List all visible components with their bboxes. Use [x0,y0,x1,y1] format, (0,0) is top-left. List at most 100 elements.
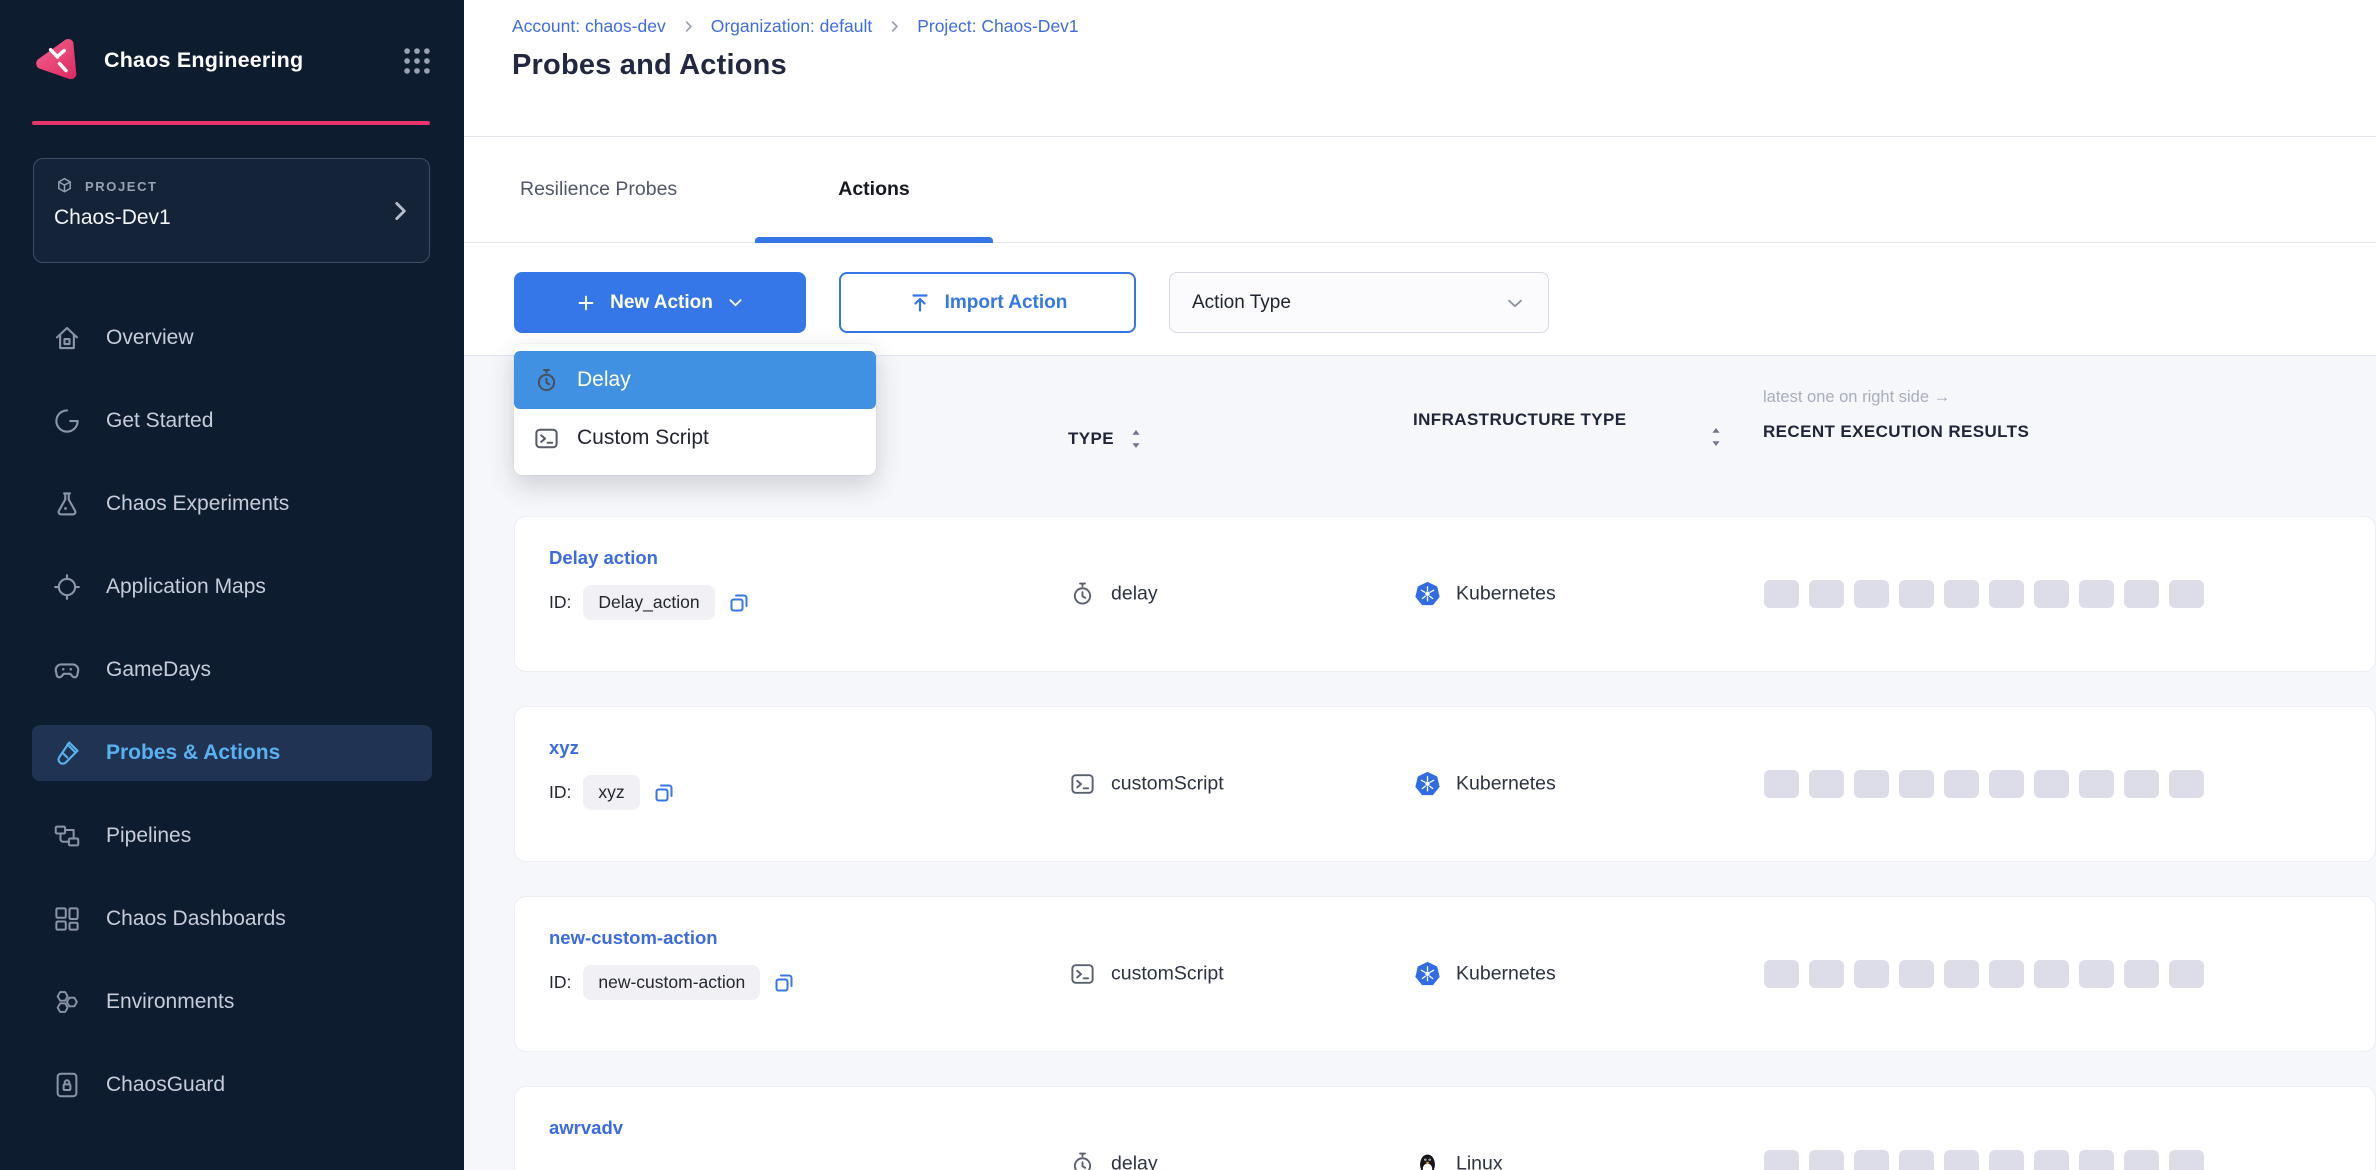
new-action-button[interactable]: New Action [514,272,806,333]
execution-result-placeholder [1764,580,1799,608]
action-name-link[interactable]: awrvadv [549,1117,623,1138]
action-name-cell: Delay action ID: Delay_action [549,547,751,620]
breadcrumb-project-link[interactable]: Project: Chaos-Dev1 [917,16,1078,37]
stopwatch-icon [1069,1151,1096,1170]
action-id-value: xyz [583,775,639,810]
page-title: Probes and Actions [512,49,2376,82]
sidebar-item-pipelines[interactable]: Pipelines [32,808,432,864]
terminal-icon [533,425,560,452]
execution-result-placeholder [1899,1150,1934,1170]
execution-result-placeholder [1989,960,2024,988]
copy-icon[interactable] [772,971,796,995]
action-name-link[interactable]: new-custom-action [549,927,718,948]
execution-result-placeholder [1764,960,1799,988]
action-id-value: new-custom-action [583,965,760,1000]
tab-actions[interactable]: Actions [755,137,993,242]
breadcrumb-separator-icon [887,19,902,34]
flask-icon [52,489,82,519]
copy-icon[interactable] [727,591,751,615]
kubernetes-icon [1414,961,1441,988]
chevron-down-icon [1504,292,1526,314]
action-name-link[interactable]: Delay action [549,547,658,568]
table-row: new-custom-action ID: new-custom-action [514,896,2376,1052]
copy-icon[interactable] [652,781,676,805]
sidebar-item-chaos-dashboards[interactable]: Chaos Dashboards [32,891,432,947]
crosshair-icon [52,572,82,602]
menu-item-delay[interactable]: Delay [514,351,876,409]
execution-result-placeholder [1809,580,1844,608]
sidebar-item-get-started[interactable]: Get Started [32,393,432,449]
action-name-cell: xyz ID: xyz [549,737,676,810]
sidebar-item-probes-and-actions[interactable]: Probes & Actions [32,725,432,781]
terminal-icon [1069,771,1096,798]
plus-icon [575,292,597,314]
execution-result-placeholder [2034,1150,2069,1170]
app: Chaos Engineering PROJECT Chaos-Dev1 [0,0,2376,1170]
sidebar-item-application-maps[interactable]: Application Maps [32,559,432,615]
terminal-icon [1069,961,1096,988]
test-tube-icon [52,738,82,768]
stopwatch-icon [1069,581,1096,608]
module-grid-icon[interactable] [400,44,434,78]
kubernetes-icon [1414,581,1441,608]
project-selector[interactable]: PROJECT Chaos-Dev1 [33,158,430,263]
cube-icon [54,176,75,197]
tab-resilience-probes[interactable]: Resilience Probes [520,137,677,242]
execution-result-placeholder [1854,960,1889,988]
execution-result-placeholder [2124,960,2159,988]
sidebar-menu: Overview Get Started Chaos Experiments [32,310,432,1113]
recent-execution-results [1764,960,2204,988]
execution-result-placeholder [2169,960,2204,988]
action-type-cell: delay [1069,1151,1158,1170]
execution-result-placeholder [1809,1150,1844,1170]
main-content: Account: chaos-dev Organization: default… [464,0,2376,1170]
execution-result-placeholder [1899,770,1934,798]
breadcrumb-organization-link[interactable]: Organization: default [711,16,873,37]
breadcrumb-account-link[interactable]: Account: chaos-dev [512,16,666,37]
sidebar-item-gamedays[interactable]: GameDays [32,642,432,698]
action-id-row: ID: new-custom-action [549,965,796,1000]
action-name-link[interactable]: xyz [549,737,579,758]
brand-row: Chaos Engineering [0,0,464,121]
action-type-select[interactable]: Action Type [1169,272,1549,333]
breadcrumb: Account: chaos-dev Organization: default… [512,16,2376,37]
chevron-right-icon [387,198,413,224]
execution-result-placeholder [1944,960,1979,988]
gamepad-icon [52,655,82,685]
action-id-row: ID: Delay_action [549,585,751,620]
stopwatch-icon [533,367,560,394]
sort-icon[interactable] [1128,428,1144,450]
results-note: latest one on right side → [1763,388,1950,407]
page-header: Account: chaos-dev Organization: default… [464,0,2376,137]
recent-execution-results [1764,1150,2204,1170]
project-label: PROJECT [85,179,158,194]
execution-result-placeholder [2079,1150,2114,1170]
project-label-row: PROJECT [54,176,409,197]
table-row: awrvadv delay [514,1086,2376,1170]
sidebar-item-chaosguard[interactable]: ChaosGuard [32,1057,432,1113]
execution-result-placeholder [1809,770,1844,798]
execution-result-placeholder [2169,1150,2204,1170]
sidebar-item-chaos-experiments[interactable]: Chaos Experiments [32,476,432,532]
action-name-cell: new-custom-action ID: new-custom-action [549,927,796,1000]
execution-result-placeholder [2169,770,2204,798]
execution-result-placeholder [1854,1150,1889,1170]
linux-icon [1414,1151,1441,1170]
sidebar-item-overview[interactable]: Overview [32,310,432,366]
sidebar-item-environments[interactable]: Environments [32,974,432,1030]
infrastructure-cell: Kubernetes [1414,771,1556,798]
execution-result-placeholder [1764,770,1799,798]
sort-icon[interactable] [1708,426,1724,448]
execution-result-placeholder [2124,770,2159,798]
table-rows: Delay action ID: Delay_action [464,516,2376,1170]
import-icon [908,291,932,315]
chaos-engineering-logo-icon [30,35,82,87]
action-type-cell: delay [1069,581,1158,608]
import-action-button[interactable]: Import Action [839,272,1136,333]
menu-item-custom-script[interactable]: Custom Script [514,409,876,467]
lock-shield-icon [52,1070,82,1100]
brand-title: Chaos Engineering [104,48,303,73]
home-icon [52,323,82,353]
execution-result-placeholder [1989,580,2024,608]
execution-result-placeholder [2079,770,2114,798]
